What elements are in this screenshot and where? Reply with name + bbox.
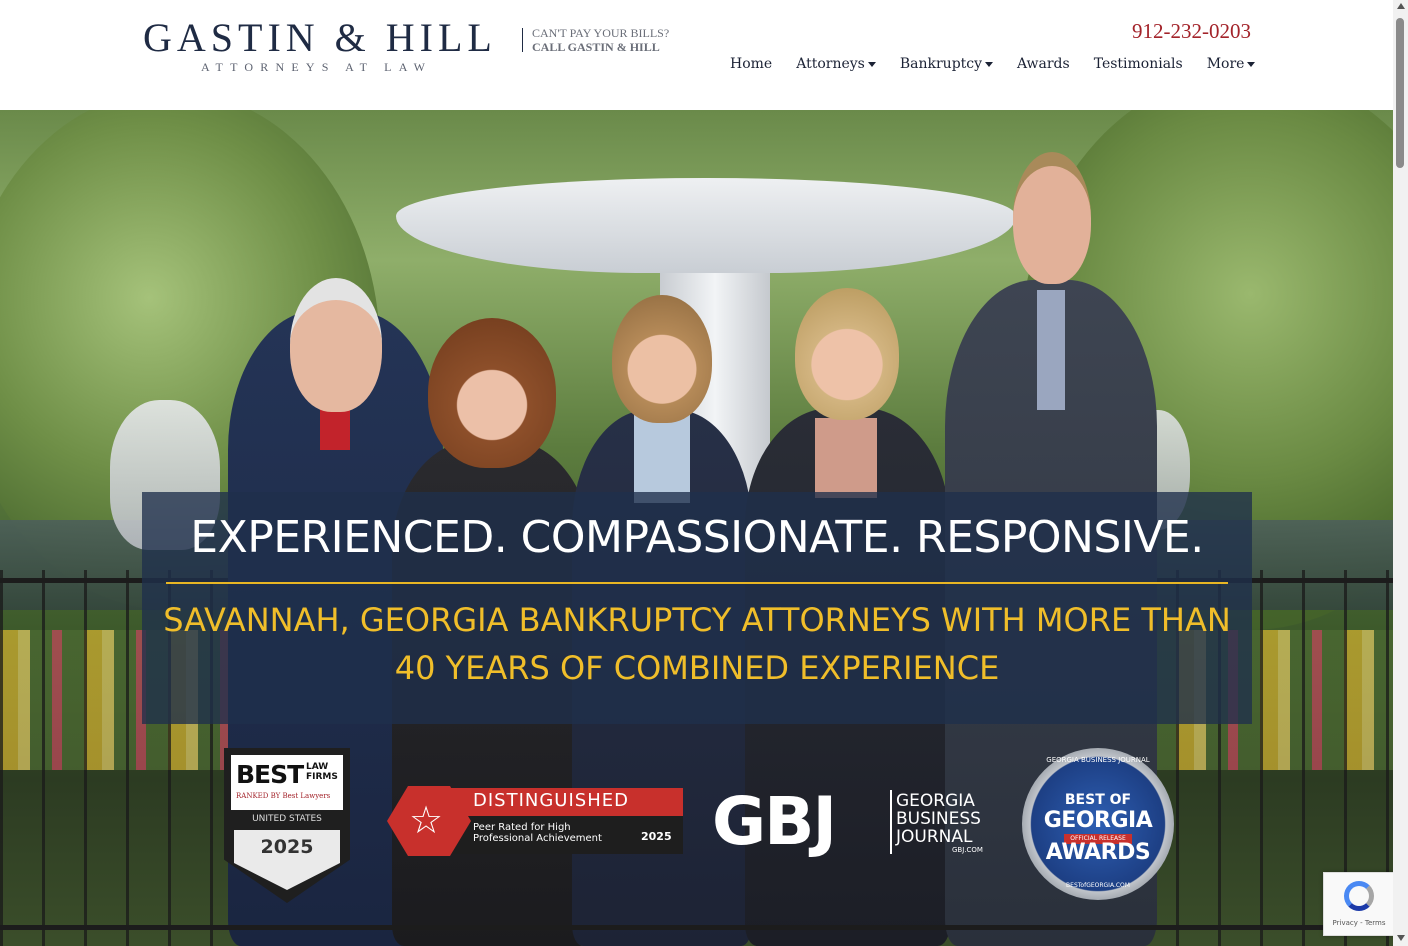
badge-title: DISTINGUISHED (473, 790, 629, 811)
nav-attorneys-label: Attorneys (796, 56, 865, 72)
nav-awards[interactable]: Awards (1005, 56, 1082, 72)
nav-testimonials-label: Testimonials (1093, 56, 1183, 72)
nav-bankruptcy[interactable]: Bankruptcy (888, 56, 1005, 72)
main-nav: Home Attorneys Bankruptcy Awards Testimo… (718, 56, 1267, 72)
caret-down-icon (1247, 61, 1256, 67)
badge-subtitle: Peer Rated for High Professional Achieve… (473, 822, 602, 844)
badge-country: UNITED STATES (252, 814, 322, 824)
recaptcha-links[interactable]: Privacy - Terms (1324, 919, 1394, 927)
site-header: GASTIN & HILL ATTORNEYS AT LAW CAN'T PAY… (0, 0, 1393, 110)
nav-testimonials[interactable]: Testimonials (1082, 56, 1195, 72)
logo-divider (522, 28, 523, 52)
recaptcha-icon (1344, 881, 1374, 911)
hero-subheadline: SAVANNAH, GEORGIA BANKRUPTCY ATTORNEYS W… (163, 601, 1231, 687)
badge-law-firms-text: LAW FIRMS (306, 762, 338, 782)
nav-more[interactable]: More (1195, 56, 1268, 72)
badge-ranked-by: RANKED BY Best Lawyers (236, 792, 331, 800)
tagline-line1: CAN'T PAY YOUR BILLS? (532, 26, 670, 40)
nav-home[interactable]: Home (718, 56, 784, 72)
gbj-badge[interactable]: GBJ GEORGIA BUSINESS JOURNAL GBJ.COM (712, 782, 996, 862)
best-of-georgia-badge[interactable]: GEORGIA BUSINESS JOURNAL BEST OF GEORGIA… (1022, 748, 1174, 900)
nav-more-label: More (1206, 56, 1245, 72)
hero-section: EXPERIENCED. COMPASSIONATE. RESPONSIVE. … (0, 110, 1393, 946)
best-law-firms-badge[interactable]: BEST LAW FIRMS RANKED BY Best Lawyers UN… (224, 748, 350, 903)
fountain-basin (396, 178, 1016, 273)
caret-down-icon (985, 61, 994, 67)
nav-bankruptcy-label: Bankruptcy (899, 56, 983, 72)
badge-line3: AWARDS (1045, 840, 1151, 865)
nav-attorneys[interactable]: Attorneys (784, 56, 888, 72)
caret-down-icon (867, 61, 876, 67)
tagline-line2: CALL GASTIN & HILL (532, 40, 660, 54)
gbj-divider (890, 790, 892, 854)
gbj-text: GEORGIA BUSINESS JOURNAL (896, 791, 981, 847)
badge-year: 2025 (260, 836, 314, 858)
scroll-thumb[interactable] (1396, 18, 1404, 168)
page-scrollbar[interactable] (1393, 0, 1408, 946)
logo-subtitle: ATTORNEYS AT LAW (201, 60, 433, 74)
badge-line2: GEORGIA (1043, 808, 1153, 833)
banner-divider (166, 582, 1228, 584)
distinguished-badge[interactable]: ☆ DISTINGUISHED Peer Rated for High Prof… (387, 786, 683, 856)
logo-title: GASTIN & HILL (143, 15, 497, 60)
scroll-down-icon[interactable] (1397, 935, 1405, 941)
badge-line1: BEST OF (1064, 792, 1132, 808)
site-logo[interactable]: GASTIN & HILL ATTORNEYS AT LAW (143, 18, 497, 75)
recaptcha-widget[interactable]: Privacy - Terms (1323, 872, 1395, 936)
badge-ring-text: GEORGIA BUSINESS JOURNAL (1046, 756, 1150, 764)
header-tagline: CAN'T PAY YOUR BILLS? CALL GASTIN & HILL (532, 26, 669, 54)
badge-url: BESTofGEORGIA.COM (1066, 882, 1130, 889)
hero-headline: EXPERIENCED. COMPASSIONATE. RESPONSIVE. (190, 512, 1204, 563)
gbj-url: GBJ.COM (952, 846, 983, 854)
gbj-logo: GBJ (712, 783, 837, 860)
scroll-up-icon[interactable] (1397, 3, 1405, 9)
nav-awards-label: Awards (1017, 56, 1070, 72)
badge-year: 2025 (641, 830, 672, 843)
star-icon: ☆ (409, 798, 444, 842)
hero-banner: EXPERIENCED. COMPASSIONATE. RESPONSIVE. … (142, 492, 1252, 724)
phone-link[interactable]: 912-232-0203 (1132, 19, 1251, 44)
fence-rail (0, 925, 1393, 930)
nav-home-label: Home (730, 56, 773, 72)
badge-best-text: BEST (236, 760, 304, 789)
